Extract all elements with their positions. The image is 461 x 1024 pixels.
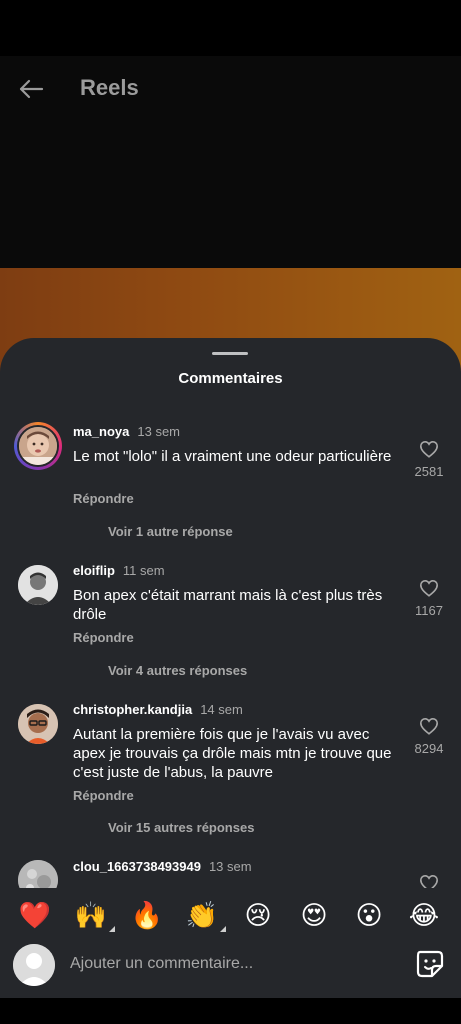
emoji-heart-eyes[interactable]: 😍: [296, 898, 332, 934]
emoji-crying[interactable]: 😢: [240, 898, 276, 934]
timestamp: 11 sem: [122, 563, 165, 578]
username[interactable]: christopher.kandjia: [73, 702, 192, 717]
status-bar: [0, 0, 461, 56]
video-preview[interactable]: [0, 120, 461, 270]
sticker-icon[interactable]: [414, 948, 446, 980]
emoji-reaction-bar: ❤️ 🙌 🔥 👏 😢 😍 😮 😂: [0, 888, 461, 942]
like-count: 8294: [414, 741, 444, 756]
timestamp: 14 sem: [200, 702, 243, 717]
like-count: 1167: [415, 603, 443, 618]
timestamp: 13 sem: [137, 424, 181, 439]
username[interactable]: clou_1663738493949: [73, 859, 201, 874]
emoji-raised-hands[interactable]: 🙌: [73, 898, 115, 934]
comment-composer: Ajouter un commentaire...: [0, 942, 461, 998]
drag-handle[interactable]: [212, 352, 248, 355]
heart-icon: [419, 579, 439, 597]
my-avatar: [13, 944, 55, 986]
like-button[interactable]: 2581: [405, 440, 453, 479]
comment-meta: ma_noya 13 sem: [73, 424, 180, 439]
page-title: Reels: [80, 75, 139, 100]
system-nav-bar: [0, 998, 461, 1024]
view-replies-button[interactable]: Voir 1 autre réponse: [108, 524, 233, 539]
app-bar: Reels: [0, 56, 461, 120]
avatar[interactable]: [18, 565, 58, 605]
comment-input[interactable]: Ajouter un commentaire...: [70, 955, 253, 973]
timestamp: 13 sem: [208, 859, 252, 874]
emoji-glyph: 👏: [185, 901, 219, 931]
heart-icon: [419, 440, 439, 458]
avatar[interactable]: [14, 422, 62, 470]
emoji-laughing[interactable]: 😂: [406, 898, 442, 934]
heart-icon: [419, 717, 439, 735]
emoji-surprised[interactable]: 😮: [351, 898, 387, 934]
comment-meta: clou_1663738493949 13 sem: [73, 859, 252, 874]
like-button[interactable]: 8294: [405, 717, 453, 756]
back-arrow-icon[interactable]: [14, 72, 48, 106]
view-replies-button[interactable]: Voir 15 autres réponses: [108, 820, 254, 835]
comment-text: Le mot "lolo" il a vraiment une odeur pa…: [73, 448, 392, 465]
emoji-heart[interactable]: ❤️: [17, 898, 53, 934]
username[interactable]: ma_noya: [73, 424, 129, 439]
emoji-fire[interactable]: 🔥: [129, 898, 165, 934]
emoji-clapping[interactable]: 👏: [184, 898, 226, 934]
comment-meta: christopher.kandjia 14 sem: [73, 702, 243, 717]
username[interactable]: eloiflip: [73, 563, 115, 578]
comment-text: Autant la première fois que je l'avais v…: [73, 726, 392, 781]
comment-meta: eloiflip 11 sem: [73, 563, 165, 578]
sheet-title: Commentaires: [178, 370, 283, 387]
avatar[interactable]: [18, 704, 58, 744]
view-replies-button[interactable]: Voir 4 autres réponses: [108, 663, 247, 678]
reply-button[interactable]: Répondre: [73, 630, 134, 645]
like-count: 2581: [414, 464, 444, 479]
like-button[interactable]: 1167: [405, 579, 453, 618]
comment-text: Bon apex c'était marrant mais là c'est p…: [73, 587, 383, 623]
reply-button[interactable]: Répondre: [73, 788, 134, 803]
emoji-glyph: 🙌: [74, 901, 108, 931]
reply-button[interactable]: Répondre: [73, 491, 134, 506]
